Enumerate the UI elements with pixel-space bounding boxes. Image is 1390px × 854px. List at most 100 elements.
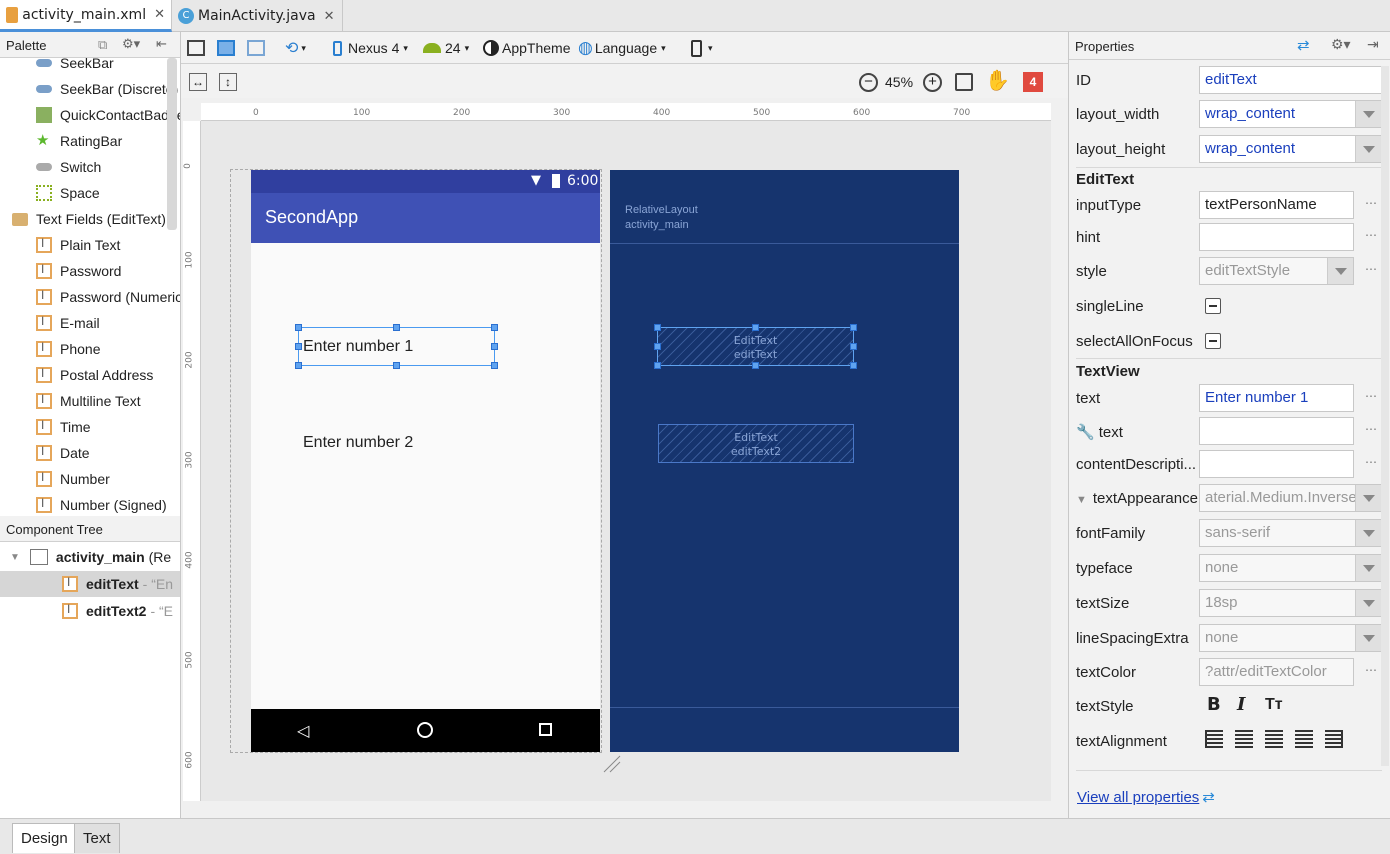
- prop-hint-field[interactable]: [1199, 223, 1354, 251]
- more-options-icon[interactable]: ⋯: [1365, 262, 1377, 276]
- blueprint-edittext-1[interactable]: EditText editText: [657, 327, 854, 366]
- expand-horizontal-icon[interactable]: ↔: [189, 70, 207, 94]
- resize-handle[interactable]: [491, 343, 498, 350]
- resize-handle[interactable]: [850, 324, 857, 331]
- palette-category-text-fields[interactable]: Text Fields (EditText): [0, 206, 180, 232]
- prop-style-dropdown[interactable]: editTextStyle: [1199, 257, 1354, 285]
- resize-handle[interactable]: [752, 362, 759, 369]
- blueprint-view-icon[interactable]: [217, 36, 235, 60]
- orientation-icon[interactable]: ⟲ ▾: [285, 36, 306, 60]
- prop-inputtype-field[interactable]: textPersonName: [1199, 191, 1354, 219]
- hide-panel-icon[interactable]: ⇥: [1367, 36, 1379, 53]
- tree-item-edittext[interactable]: editText - “En: [0, 571, 180, 597]
- palette-item-ratingbar[interactable]: ★ RatingBar: [0, 128, 180, 154]
- more-options-icon[interactable]: ⋯: [1365, 663, 1377, 677]
- close-icon[interactable]: ✕: [324, 9, 335, 24]
- resize-handle[interactable]: [850, 343, 857, 350]
- theme-selector[interactable]: AppTheme: [483, 36, 570, 60]
- close-icon[interactable]: ✕: [154, 7, 165, 22]
- tree-item-activity-main[interactable]: ▼ activity_main (Re: [0, 544, 180, 570]
- resize-handle[interactable]: [491, 362, 498, 369]
- palette-item-space[interactable]: Space: [0, 180, 180, 206]
- tab-main-activity-java[interactable]: C MainActivity.java ✕: [172, 0, 343, 32]
- align-left-icon[interactable]: [1235, 730, 1253, 748]
- prop-selectall-checkbox[interactable]: [1205, 333, 1221, 349]
- gear-icon[interactable]: ⚙▾: [122, 36, 140, 52]
- resize-handle[interactable]: [393, 324, 400, 331]
- prop-textappearance-dropdown[interactable]: aterial.Medium.Inverse: [1199, 484, 1382, 512]
- both-views-icon[interactable]: [247, 36, 265, 60]
- resize-handle[interactable]: [752, 324, 759, 331]
- palette-item-time[interactable]: Time: [0, 414, 180, 440]
- api-selector[interactable]: 24 ▾: [423, 36, 469, 60]
- design-view-icon[interactable]: [187, 36, 205, 60]
- palette-item-postal-address[interactable]: Postal Address: [0, 362, 180, 388]
- prop-tools-text-field[interactable]: [1199, 417, 1354, 445]
- prop-layout-width-dropdown[interactable]: wrap_content: [1199, 100, 1382, 128]
- more-options-icon[interactable]: ⋯: [1365, 455, 1377, 469]
- resize-handle[interactable]: [654, 324, 661, 331]
- edittext-2-text[interactable]: Enter number 2: [303, 434, 413, 452]
- prop-contentdescription-field[interactable]: [1199, 450, 1354, 478]
- properties-scrollbar[interactable]: [1381, 66, 1389, 766]
- palette-item-password-numeric[interactable]: Password (Numeric): [0, 284, 180, 310]
- zoom-out-icon[interactable]: −: [859, 70, 878, 94]
- hide-panel-icon[interactable]: ⇤: [156, 36, 167, 52]
- more-options-icon[interactable]: ⋯: [1365, 422, 1377, 436]
- resize-handle[interactable]: [295, 343, 302, 350]
- zoom-to-fit-icon[interactable]: [955, 70, 973, 94]
- palette-item-email[interactable]: E-mail: [0, 310, 180, 336]
- prop-textcolor-field[interactable]: ?attr/editTextColor: [1199, 658, 1354, 686]
- palette-item-seekbar[interactable]: SeekBar: [0, 58, 180, 76]
- zoom-in-icon[interactable]: +: [923, 70, 942, 94]
- resize-handle[interactable]: [393, 362, 400, 369]
- tab-text[interactable]: Text: [74, 823, 120, 853]
- palette-item-seekbar-discrete[interactable]: SeekBar (Discrete): [0, 76, 180, 102]
- gear-icon[interactable]: ⚙▾: [1331, 36, 1351, 53]
- copy-icon[interactable]: ⧉: [98, 37, 107, 53]
- align-center-icon[interactable]: [1265, 730, 1283, 748]
- palette-item-number-signed[interactable]: Number (Signed): [0, 492, 180, 514]
- device-frame-icon[interactable]: ▾: [691, 36, 713, 60]
- palette-item-quickcontactbadge[interactable]: QuickContactBadge: [0, 102, 180, 128]
- view-all-properties-link[interactable]: View all properties ⇄: [1077, 788, 1215, 806]
- italic-icon[interactable]: I: [1237, 694, 1245, 715]
- language-selector[interactable]: ◍ Language ▾: [578, 36, 666, 60]
- prop-layout-height-dropdown[interactable]: wrap_content: [1199, 135, 1382, 163]
- palette-item-phone[interactable]: Phone: [0, 336, 180, 362]
- prop-fontfamily-dropdown[interactable]: sans-serif: [1199, 519, 1382, 547]
- palette-item-password[interactable]: Password: [0, 258, 180, 284]
- palette-item-plain-text[interactable]: Plain Text: [0, 232, 180, 258]
- palette-item-number[interactable]: Number: [0, 466, 180, 492]
- more-options-icon[interactable]: ⋯: [1365, 228, 1377, 242]
- prop-linespacing-dropdown[interactable]: none: [1199, 624, 1382, 652]
- blueprint-view[interactable]: RelativeLayout activity_main EditText ed…: [610, 170, 959, 752]
- toggle-view-icon[interactable]: ⇄: [1297, 36, 1310, 54]
- align-right-icon[interactable]: [1295, 730, 1313, 748]
- device-preview[interactable]: ▼ 6:00 SecondApp Enter number 1 Enter nu…: [251, 170, 600, 752]
- edittext-1-selected[interactable]: Enter number 1: [298, 327, 495, 366]
- expand-vertical-icon[interactable]: ↕: [219, 70, 237, 94]
- resize-handle[interactable]: [295, 362, 302, 369]
- resize-handle[interactable]: [491, 324, 498, 331]
- align-text-start-icon[interactable]: [1205, 730, 1223, 748]
- pan-hand-icon[interactable]: ✋: [985, 68, 1010, 92]
- prop-typeface-dropdown[interactable]: none: [1199, 554, 1382, 582]
- prop-textsize-dropdown[interactable]: 18sp: [1199, 589, 1382, 617]
- resize-handle[interactable]: [654, 362, 661, 369]
- prop-textappearance-label[interactable]: ▼ textAppearance: [1076, 490, 1198, 507]
- prop-text-field[interactable]: Enter number 1: [1199, 384, 1354, 412]
- resize-corner-icon[interactable]: [600, 752, 622, 774]
- tab-activity-main-xml[interactable]: activity_main.xml ✕: [0, 0, 172, 32]
- palette-scrollbar[interactable]: [167, 58, 177, 230]
- tree-item-edittext2[interactable]: editText2 - “E: [0, 598, 180, 624]
- palette-item-switch[interactable]: Switch: [0, 154, 180, 180]
- device-selector[interactable]: Nexus 4 ▾: [333, 36, 408, 60]
- align-text-end-icon[interactable]: [1325, 730, 1343, 748]
- all-caps-icon[interactable]: Tт: [1265, 696, 1283, 714]
- more-options-icon[interactable]: ⋯: [1365, 196, 1377, 210]
- resize-handle[interactable]: [295, 324, 302, 331]
- more-options-icon[interactable]: ⋯: [1365, 389, 1377, 403]
- bold-icon[interactable]: B: [1207, 694, 1221, 715]
- resize-handle[interactable]: [850, 362, 857, 369]
